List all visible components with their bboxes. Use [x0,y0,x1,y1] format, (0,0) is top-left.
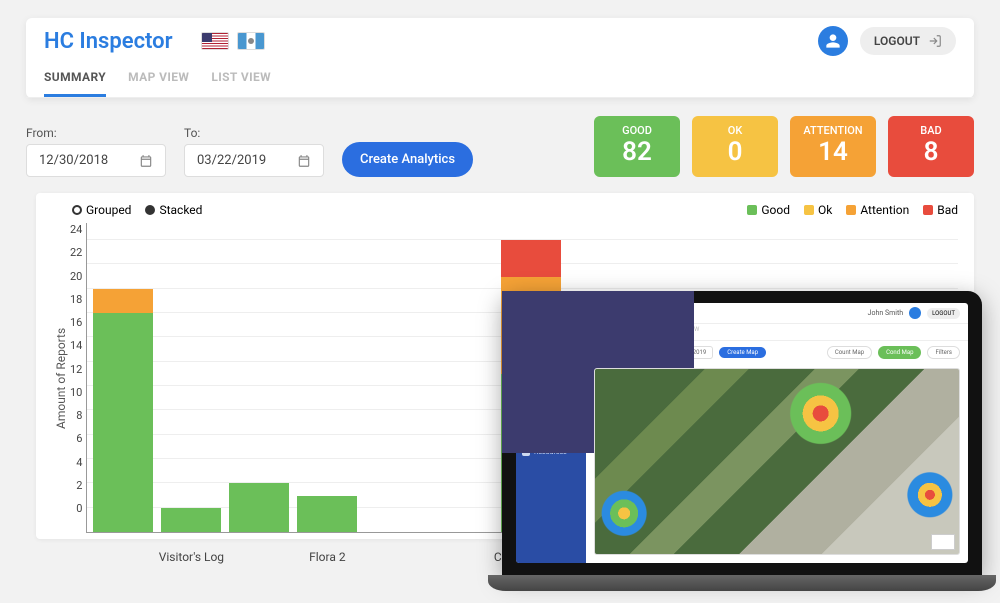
bar-segment [229,483,289,532]
y-tick: 12 [70,363,82,376]
legend-ok: Ok [804,203,832,217]
mini-filters-button[interactable]: Filters [927,346,960,359]
y-tick: 0 [70,502,82,515]
y-tick: 2 [70,479,82,492]
status-good-label: GOOD [594,124,680,137]
app-header-card: HC Inspector LOGOUT SUMMARY MAP VIEW LIS… [26,18,974,98]
status-card-bad: BAD 8 [888,116,974,177]
mode-stacked[interactable]: Stacked [145,203,202,217]
y-tick: 4 [70,456,82,469]
tabs: SUMMARY MAP VIEW LIST VIEW [26,56,974,98]
x-label: Visitor's Log [159,550,224,564]
calendar-icon [297,154,311,168]
laptop-screen: DashboardStatisticsInspectorUsersSetting… [502,291,982,575]
status-ok-label: OK [692,124,778,137]
mini-heatmap[interactable] [594,368,960,555]
mini-avatar[interactable] [909,307,921,319]
to-date-group: To: 03/22/2019 [184,126,324,177]
status-card-attention: ATTENTION 14 [790,116,876,177]
y-tick: 6 [70,432,82,445]
mini-main: Inspector John Smith LOGOUT SUMMARY MAP … [586,303,968,563]
tab-list-view[interactable]: LIST VIEW [211,64,271,97]
mini-header: Inspector John Smith LOGOUT [586,303,968,324]
to-date-value: 03/22/2019 [197,153,266,168]
bar-segment [501,240,561,277]
legend-good: Good [747,203,790,217]
y-ticks: 242220181614121086420 [70,223,86,533]
y-tick: 8 [70,409,82,422]
mini-logout-button[interactable]: LOGOUT [927,308,960,319]
status-cards: GOOD 82 OK 0 ATTENTION 14 BAD 8 [594,116,974,177]
user-icon [825,33,841,49]
y-tick: 10 [70,386,82,399]
from-date-value: 12/30/2018 [39,153,108,168]
flag-gt-icon[interactable] [237,32,265,50]
from-date-input[interactable]: 12/30/2018 [26,144,166,177]
from-label: From: [26,126,166,140]
y-axis-label: Amount of Reports [52,223,70,533]
logout-icon [928,34,942,48]
chart-top-row: Grouped Stacked Good Ok Attention Bad [52,203,958,217]
controls-row: From: 12/30/2018 To: 03/22/2019 Create A… [0,98,1000,177]
status-good-value: 82 [594,137,680,167]
language-flags [201,32,265,50]
mini-flag-us-icon[interactable] [642,309,656,318]
from-date-group: From: 12/30/2018 [26,126,166,177]
mini-create-map-button[interactable]: Create Map [719,347,766,358]
bar-segment [93,313,153,532]
flag-us-icon[interactable] [201,32,229,50]
tab-summary[interactable]: SUMMARY [44,64,106,97]
status-bad-label: BAD [888,124,974,137]
status-bad-value: 8 [888,137,974,167]
status-card-good: GOOD 82 [594,116,680,177]
mini-count-map-button[interactable]: Count Map [827,346,872,359]
calendar-icon [139,154,153,168]
logout-button[interactable]: LOGOUT [860,27,956,55]
bar-segment [161,508,221,532]
logout-label: LOGOUT [874,34,920,48]
y-tick: 22 [70,246,82,259]
laptop-mockup: DashboardStatisticsInspectorUsersSetting… [502,291,982,591]
bar-segment [297,496,357,533]
y-tick: 18 [70,293,82,306]
y-tick: 14 [70,339,82,352]
bar-segment [93,289,153,313]
status-ok-value: 0 [692,137,778,167]
status-card-ok: OK 0 [692,116,778,177]
app-title: HC Inspector [44,29,173,54]
chart-legend: Good Ok Attention Bad [747,203,958,217]
status-attn-value: 14 [790,137,876,167]
avatar[interactable] [818,26,848,56]
app-header: HC Inspector LOGOUT [26,18,974,56]
laptop-base [488,575,996,591]
chart-mode-group: Grouped Stacked [72,203,202,217]
to-label: To: [184,126,324,140]
y-tick: 20 [70,270,82,283]
mode-grouped[interactable]: Grouped [72,203,131,217]
x-label: Flora 2 [309,550,345,564]
mini-cond-map-button[interactable]: Cond Map [878,346,921,359]
y-tick: 16 [70,316,82,329]
legend-attention: Attention [846,203,909,217]
create-analytics-button[interactable]: Create Analytics [342,142,473,177]
mini-user-name: John Smith [868,309,903,317]
status-attn-label: ATTENTION [790,124,876,137]
y-tick: 24 [70,223,82,236]
laptop-inner-app: DashboardStatisticsInspectorUsersSetting… [516,303,968,563]
legend-bad: Bad [923,203,958,217]
tab-map-view[interactable]: MAP VIEW [128,64,189,97]
to-date-input[interactable]: 03/22/2019 [184,144,324,177]
